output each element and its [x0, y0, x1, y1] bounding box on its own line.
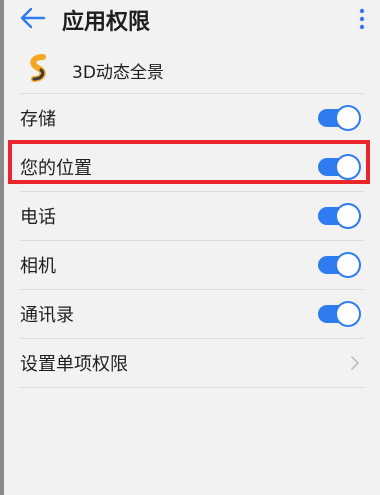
app-permissions-screen: 应用权限 3D动态全景 存储 您的位置 电话 相机 通讯录 设置单项权限 [4, 0, 380, 495]
permission-row-location[interactable]: 您的位置 [4, 143, 380, 191]
camera-toggle[interactable] [318, 254, 360, 276]
toggle-knob [337, 156, 359, 178]
app-name: 3D动态全景 [72, 63, 164, 83]
permission-label: 通讯录 [20, 305, 74, 326]
toggle-knob [337, 303, 359, 325]
storage-toggle[interactable] [318, 107, 360, 129]
phone-toggle[interactable] [318, 205, 360, 227]
permission-row-storage[interactable]: 存储 [4, 94, 380, 142]
toggle-knob [337, 107, 359, 129]
single-permission-row[interactable]: 设置单项权限 [4, 339, 380, 387]
permission-label: 您的位置 [20, 158, 92, 179]
app-bar: 应用权限 [4, 0, 380, 38]
contacts-toggle[interactable] [318, 303, 360, 325]
more-options-icon[interactable] [354, 6, 370, 32]
toggle-knob [337, 205, 359, 227]
divider [20, 387, 364, 388]
permission-label: 存储 [20, 109, 56, 130]
permission-row-contacts[interactable]: 通讯录 [4, 290, 380, 338]
app-logo-icon [30, 54, 46, 82]
permission-label: 电话 [20, 207, 56, 228]
toggle-knob [337, 254, 359, 276]
single-permission-label: 设置单项权限 [20, 354, 128, 375]
chevron-right-icon [351, 356, 359, 370]
permission-row-phone[interactable]: 电话 [4, 192, 380, 240]
page-title: 应用权限 [62, 10, 151, 35]
permission-label: 相机 [20, 256, 56, 277]
back-arrow-icon[interactable] [18, 6, 48, 30]
app-info-header: 3D动态全景 [4, 44, 380, 92]
location-toggle[interactable] [318, 156, 360, 178]
permission-row-camera[interactable]: 相机 [4, 241, 380, 289]
